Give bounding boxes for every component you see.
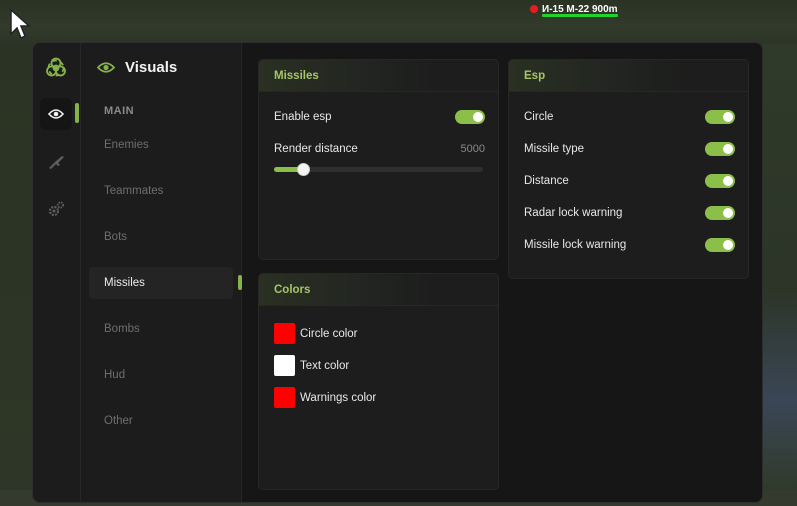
text-color-label: Text color xyxy=(300,359,350,372)
circle-label: Circle xyxy=(524,111,554,123)
esp-toggle-row: Missile type xyxy=(524,140,735,158)
esp-toggle-row: Radar lock warning xyxy=(524,204,735,222)
esp-toggle-row: Distance xyxy=(524,172,735,190)
rail-visuals-button[interactable] xyxy=(40,98,72,130)
sidebar-section-label: MAIN xyxy=(104,105,135,117)
missile-type-toggle[interactable] xyxy=(705,142,735,156)
colors-panel: Colors Circle color Text color Warnings … xyxy=(258,273,499,490)
esp-toggle-row: Circle xyxy=(524,108,735,126)
esp-toggle-row: Missile lock warning xyxy=(524,236,735,254)
game-background-top xyxy=(0,0,797,44)
circle-toggle[interactable] xyxy=(705,110,735,124)
rail-weapons-button[interactable] xyxy=(40,146,72,178)
circle-color-label: Circle color xyxy=(300,327,358,340)
distance-label: Distance xyxy=(524,175,569,187)
render-distance-slider-handle[interactable] xyxy=(297,163,311,176)
settings-content: Missiles Enable esp Render distance 5000… xyxy=(242,43,762,502)
missile-lock-warning-toggle[interactable] xyxy=(705,238,735,252)
text-color-swatch[interactable] xyxy=(274,355,295,376)
toggle-knob xyxy=(473,112,483,122)
game-background-left xyxy=(0,44,33,490)
esp-panel-title: Esp xyxy=(509,60,748,92)
rail-settings-button[interactable] xyxy=(40,193,72,225)
icon-rail xyxy=(33,43,81,502)
radar-lock-warning-label: Radar lock warning xyxy=(524,207,623,219)
render-distance-label: Render distance xyxy=(274,143,358,155)
missiles-panel: Missiles Enable esp Render distance 5000 xyxy=(258,59,499,260)
warnings-color-label: Warnings color xyxy=(300,391,377,404)
toggle-knob xyxy=(723,240,733,250)
eye-icon xyxy=(97,62,115,73)
toggle-knob xyxy=(723,176,733,186)
missile-lock-warning-label: Missile lock warning xyxy=(524,239,627,251)
target-marker-icon xyxy=(530,5,538,13)
sidebar-item-other[interactable]: Other xyxy=(89,405,233,437)
circle-color-row: Circle color xyxy=(274,323,358,344)
sidebar-title: Visuals xyxy=(125,59,178,76)
render-distance-row: Render distance 5000 xyxy=(274,140,485,158)
biohazard-icon xyxy=(46,57,66,77)
esp-panel: Esp Circle Missile type Distance Radar l… xyxy=(508,59,749,279)
rifle-icon xyxy=(49,156,64,169)
render-distance-slider[interactable] xyxy=(274,163,483,176)
sidebar-item-enemies[interactable]: Enemies xyxy=(89,129,233,161)
missile-type-label: Missile type xyxy=(524,143,585,155)
sidebar-item-hud[interactable]: Hud xyxy=(89,359,233,391)
warnings-color-row: Warnings color xyxy=(274,387,376,408)
toggle-knob xyxy=(723,208,733,218)
enable-esp-row: Enable esp xyxy=(274,108,485,126)
sidebar-item-teammates[interactable]: Teammates xyxy=(89,175,233,207)
sidebar-item-missiles[interactable]: Missiles xyxy=(89,267,233,299)
colors-panel-title: Colors xyxy=(259,274,498,306)
enable-esp-toggle[interactable] xyxy=(455,110,485,124)
sidebar-header: Visuals xyxy=(97,59,177,76)
radar-lock-warning-toggle[interactable] xyxy=(705,206,735,220)
sidebar-item-bots[interactable]: Bots xyxy=(89,221,233,253)
circle-color-swatch[interactable] xyxy=(274,323,295,344)
cheat-menu-window: Visuals MAIN Enemies Teammates Bots Miss… xyxy=(32,42,763,503)
category-sidebar: Visuals MAIN Enemies Teammates Bots Miss… xyxy=(81,43,242,502)
render-distance-value: 5000 xyxy=(460,143,485,155)
gears-icon xyxy=(48,201,64,217)
game-background-right xyxy=(762,44,797,490)
toggle-knob xyxy=(723,144,733,154)
missiles-panel-title: Missiles xyxy=(259,60,498,92)
target-label-text: И-15 М-22 900m xyxy=(542,3,618,15)
rail-active-indicator xyxy=(75,103,79,123)
toggle-knob xyxy=(723,112,733,122)
mouse-cursor-icon xyxy=(10,8,31,40)
distance-toggle[interactable] xyxy=(705,174,735,188)
warnings-color-swatch[interactable] xyxy=(274,387,295,408)
text-color-row: Text color xyxy=(274,355,349,376)
eye-icon xyxy=(48,109,64,119)
target-health-bar xyxy=(542,14,618,17)
sidebar-item-bombs[interactable]: Bombs xyxy=(89,313,233,345)
enable-esp-label: Enable esp xyxy=(274,111,332,123)
